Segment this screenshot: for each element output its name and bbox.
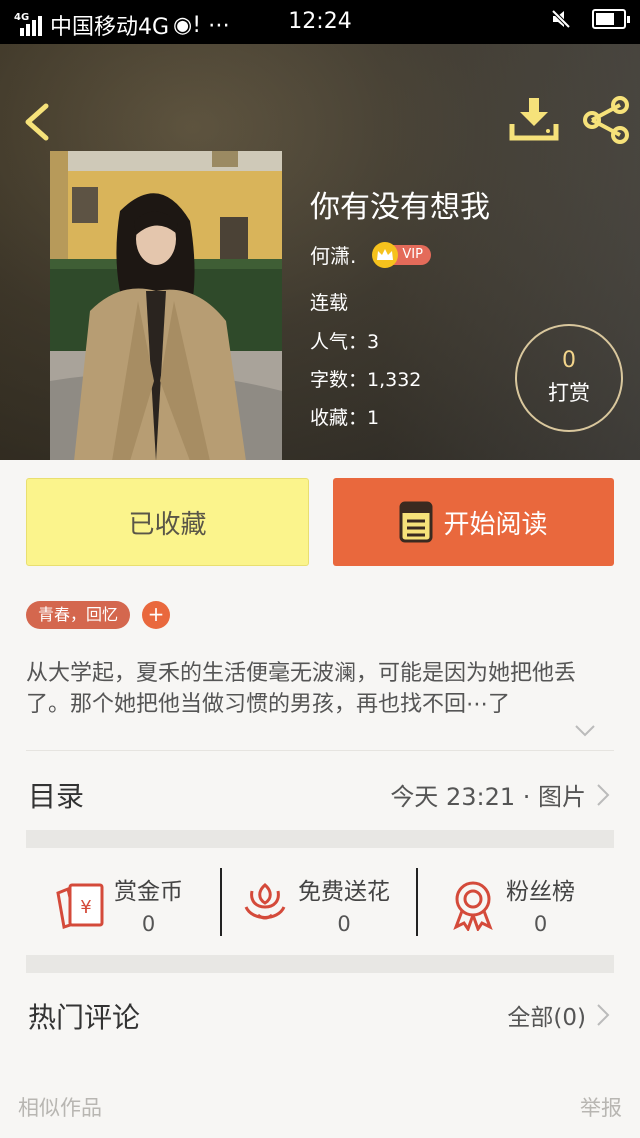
- reward-label: 赏金币: [114, 879, 183, 905]
- report-link[interactable]: 举报: [580, 1092, 622, 1122]
- book-summary: 从大学起，夏禾的生活便毫无波澜，可能是因为她把他丢了。那个她把他当做习惯的男孩，…: [26, 661, 577, 717]
- hot-comments-title: 热门评论: [28, 1001, 141, 1034]
- divider: [26, 750, 614, 751]
- divider: [416, 868, 418, 936]
- popularity-stat: 人气：3: [310, 331, 380, 353]
- toc-update-info: 今天 23:21 · 图片: [390, 783, 586, 811]
- chevron-down-icon[interactable]: [574, 724, 596, 738]
- free-flower-button[interactable]: 免费送花 0: [238, 870, 390, 938]
- vip-badge: VIP: [372, 241, 431, 268]
- tip-count: 0: [562, 348, 576, 373]
- book-cover-image: [50, 151, 282, 460]
- toc-latest-update[interactable]: 今天 23:21 · 图片: [390, 777, 610, 812]
- svg-text:¥: ¥: [80, 897, 91, 918]
- collected-button[interactable]: 已收藏: [26, 478, 309, 566]
- favorites-stat: 收藏：1: [310, 407, 380, 429]
- serial-status: 连载: [310, 292, 349, 314]
- red-envelope-icon: ¥: [56, 883, 104, 929]
- download-icon[interactable]: [508, 96, 560, 142]
- reward-count: 0: [141, 912, 156, 936]
- author-name[interactable]: 何潇.: [310, 240, 356, 269]
- share-icon[interactable]: [580, 96, 632, 144]
- chevron-right-icon: [597, 783, 610, 806]
- word-count-stat: 字数：1,332: [310, 369, 422, 391]
- flower-label: 免费送花: [298, 879, 390, 905]
- crown-icon: [372, 241, 399, 268]
- flower-icon: [244, 883, 286, 920]
- battery-icon: [592, 9, 630, 29]
- clock: 12:24: [288, 9, 352, 34]
- divider: [220, 868, 222, 936]
- section-separator: [26, 955, 614, 973]
- tip-button[interactable]: 0 打赏: [515, 324, 623, 432]
- similar-works-title[interactable]: 相似作品: [18, 1092, 102, 1122]
- fans-count: 0: [533, 912, 548, 936]
- book-title: 你有没有想我: [310, 190, 490, 225]
- status-bar: 4G 中国移动4G ◉! ⋯ 12:24: [0, 0, 640, 44]
- back-arrow-icon[interactable]: [18, 100, 58, 144]
- add-tag-button[interactable]: +: [142, 601, 170, 629]
- flower-count: 0: [337, 912, 351, 936]
- start-reading-button[interactable]: 开始阅读: [333, 478, 614, 566]
- fans-rank-button[interactable]: 粉丝榜 0: [446, 870, 575, 938]
- toc-title[interactable]: 目录: [28, 775, 84, 815]
- reward-coins-button[interactable]: ¥ 赏金币 0: [54, 870, 183, 938]
- tag-chip[interactable]: 青春，回忆: [26, 601, 131, 629]
- vip-label: VIP: [392, 244, 431, 265]
- book-header: 你有没有想我 何潇. VIP 连载 人气：3 字数：1,332 收藏：1 0 打…: [0, 44, 640, 460]
- book-icon: [399, 501, 433, 543]
- tip-label: 打赏: [548, 381, 590, 405]
- chevron-right-icon: [597, 1004, 610, 1026]
- all-comments-label: 全部(0): [507, 1005, 586, 1031]
- mute-icon: [550, 8, 572, 30]
- collected-label: 已收藏: [128, 509, 207, 540]
- section-separator: [26, 830, 614, 848]
- author-row: 何潇. VIP: [310, 240, 431, 269]
- fans-label: 粉丝榜: [506, 879, 575, 905]
- all-comments-link[interactable]: 全部(0): [507, 998, 610, 1032]
- start-reading-label: 开始阅读: [443, 509, 548, 540]
- medal-icon: [453, 881, 493, 931]
